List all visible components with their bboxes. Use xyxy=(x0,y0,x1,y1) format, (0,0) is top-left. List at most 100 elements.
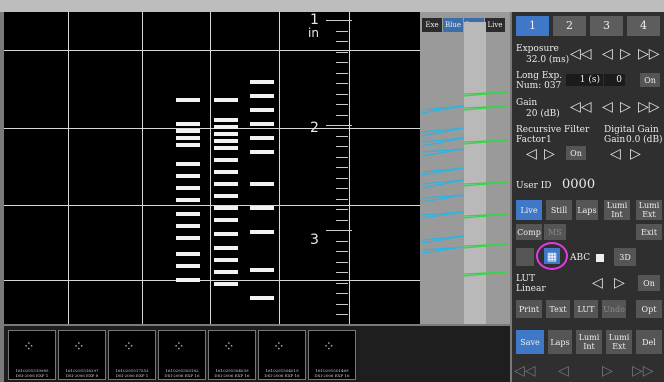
image-viewer[interactable]: in 1 2 3 xyxy=(4,12,420,324)
resolution-bar xyxy=(214,170,238,174)
thumbnail-exp: DSI-2006 EXP 1 xyxy=(15,373,49,378)
lut-button[interactable]: LUT xyxy=(574,300,598,318)
abc-button[interactable]: ABC xyxy=(570,253,590,263)
resolution-bar xyxy=(214,282,238,286)
resolution-bar xyxy=(176,212,200,216)
tab-2[interactable]: 2 xyxy=(553,16,586,36)
lumi-ext-button[interactable]: Lumi Ext xyxy=(636,200,662,220)
thumbnail[interactable]: ⁘ 1610291504039 DSI-2006 EXP 16 xyxy=(208,330,256,380)
still-button[interactable]: Still xyxy=(546,200,572,220)
histo-spike-blue xyxy=(421,127,465,137)
camera-control-panel: 1 2 3 4 Exposure 32.0 (ms) ◁◁ ◁ ▷ ▷▷ Lon… xyxy=(512,12,664,382)
last-page-icon[interactable]: ▷▷ xyxy=(632,364,654,378)
filter-increase-icon[interactable]: ▷ xyxy=(544,147,555,161)
lut-toggle[interactable]: On xyxy=(638,275,660,291)
save-button[interactable]: Save xyxy=(516,330,544,354)
resolution-bar xyxy=(176,264,200,268)
resolution-bar xyxy=(214,258,238,262)
thumbnail[interactable]: ⁘ 1610291519985 DSI-2006 EXP 1 xyxy=(8,330,56,380)
lumi-int-button[interactable]: Lumi Int xyxy=(604,200,630,220)
gain-fast-decrease-icon[interactable]: ◁◁ xyxy=(570,100,592,114)
ruler-tick xyxy=(336,198,348,200)
ruler-tick xyxy=(336,167,348,168)
gain-decrease-icon[interactable]: ◁ xyxy=(602,100,613,114)
thumbnail-caption: 1610291517553 DSI-2006 EXP 1 xyxy=(109,368,155,378)
thumbnail[interactable]: ⁘ 1610291517553 DSI-2006 EXP 1 xyxy=(108,330,156,380)
save-laps-button[interactable]: Laps xyxy=(548,330,572,354)
recursive-filter-toggle[interactable]: On xyxy=(566,146,586,160)
recursive-filter-label: Recursive Filter xyxy=(516,125,590,135)
resolution-bar xyxy=(176,143,200,147)
long-exp-toggle[interactable]: On xyxy=(640,73,660,87)
text-button[interactable]: Text xyxy=(546,300,570,318)
lut-next-icon[interactable]: ▷ xyxy=(614,276,625,290)
comp-button[interactable]: Comp xyxy=(516,224,542,240)
opt-button[interactable]: Opt xyxy=(636,300,662,318)
next-page-icon[interactable]: ▷ xyxy=(602,364,613,378)
3d-button[interactable]: 3D xyxy=(614,248,636,266)
thumbnail[interactable]: ⁘ 1610291505182 DSI-2006 EXP 16 xyxy=(158,330,206,380)
blank-tool-button[interactable] xyxy=(516,248,534,266)
lut-previous-icon[interactable]: ◁ xyxy=(592,276,603,290)
resolution-bar xyxy=(176,136,200,140)
undo-button[interactable]: Undo xyxy=(602,300,626,318)
thumbnail-image-icon: ⁘ xyxy=(73,339,85,355)
save-lumi-ext-button[interactable]: Lumi Ext xyxy=(606,330,632,354)
user-id-label: User ID xyxy=(516,181,552,191)
exposure-fast-increase-icon[interactable]: ▷▷ xyxy=(638,47,660,61)
thumbnail-caption: 1610291504019 DSI-2006 EXP 16 xyxy=(259,368,305,378)
resolution-bar xyxy=(176,198,200,202)
resolution-bar xyxy=(176,278,200,282)
resolution-bar xyxy=(214,182,238,186)
ruler-tick xyxy=(336,30,348,32)
ms-button[interactable]: MS xyxy=(544,224,566,240)
digital-gain-decrease-icon[interactable]: ◁ xyxy=(610,147,621,161)
resolution-bar xyxy=(176,174,200,178)
gain-fast-increase-icon[interactable]: ▷▷ xyxy=(638,100,660,114)
thumbnail-image-icon: ⁘ xyxy=(223,339,235,355)
digital-gain-gain-label: Gain xyxy=(604,135,626,145)
long-exp-count-field[interactable]: 0 xyxy=(604,74,625,86)
exposure-decrease-icon[interactable]: ◁ xyxy=(602,47,613,61)
resolution-bar xyxy=(214,98,238,102)
factor-value: 1 xyxy=(546,135,552,145)
ruler-tick xyxy=(336,251,348,252)
long-exp-seconds-field[interactable]: 1 (s) xyxy=(566,74,603,86)
thumbnail-image-icon: ⁘ xyxy=(273,339,285,355)
grid-line xyxy=(4,128,420,129)
square-icon[interactable] xyxy=(596,254,604,262)
thumbnail[interactable]: ⁘ 1610291504019 DSI-2006 EXP 16 xyxy=(258,330,306,380)
save-lumi-int-button[interactable]: Lumi Int xyxy=(576,330,602,354)
resolution-bar xyxy=(176,122,200,126)
tab-1[interactable]: 1 xyxy=(516,16,549,36)
exposure-fast-decrease-icon[interactable]: ◁◁ xyxy=(570,47,592,61)
print-button[interactable]: Print xyxy=(516,300,542,318)
user-id-value[interactable]: 0000 xyxy=(562,178,595,192)
resolution-bar xyxy=(176,129,200,133)
gain-increase-icon[interactable]: ▷ xyxy=(620,100,631,114)
live-button[interactable]: Live xyxy=(516,200,542,220)
previous-page-icon[interactable]: ◁ xyxy=(558,364,569,378)
thumbnail[interactable]: ⁘ 1610291501469 DSI-2006 EXP 16 xyxy=(308,330,356,380)
exposure-increase-icon[interactable]: ▷ xyxy=(620,47,631,61)
tab-3[interactable]: 3 xyxy=(590,16,623,36)
ruler-tick xyxy=(336,261,348,263)
thumbnail[interactable]: ⁘ 1610291518297 DSI-2006 EXP 8 xyxy=(58,330,106,380)
histo-spike-green xyxy=(463,139,509,145)
filter-decrease-icon[interactable]: ◁ xyxy=(526,147,537,161)
delete-button[interactable]: Del xyxy=(636,330,662,354)
thumbnail-exp: DSI-2006 EXP 1 xyxy=(115,373,149,378)
laps-button[interactable]: Laps xyxy=(576,200,598,220)
exit-button[interactable]: Exit xyxy=(636,224,662,240)
ruler-tick xyxy=(336,188,348,189)
tab-4[interactable]: 4 xyxy=(627,16,660,36)
histo-spike-green xyxy=(463,181,509,187)
thumbnail-image-icon: ⁘ xyxy=(173,339,185,355)
thumbnail-exp: DSI-2006 EXP 8 xyxy=(65,373,99,378)
digital-gain-increase-icon[interactable]: ▷ xyxy=(630,147,641,161)
ruler-number: 1 xyxy=(310,12,319,28)
thumbnail-image-icon: ⁘ xyxy=(123,339,135,355)
grid-tool-button[interactable]: ▦ xyxy=(536,242,568,270)
first-page-icon[interactable]: ◁◁ xyxy=(514,364,536,378)
ruler-tick xyxy=(336,240,348,242)
